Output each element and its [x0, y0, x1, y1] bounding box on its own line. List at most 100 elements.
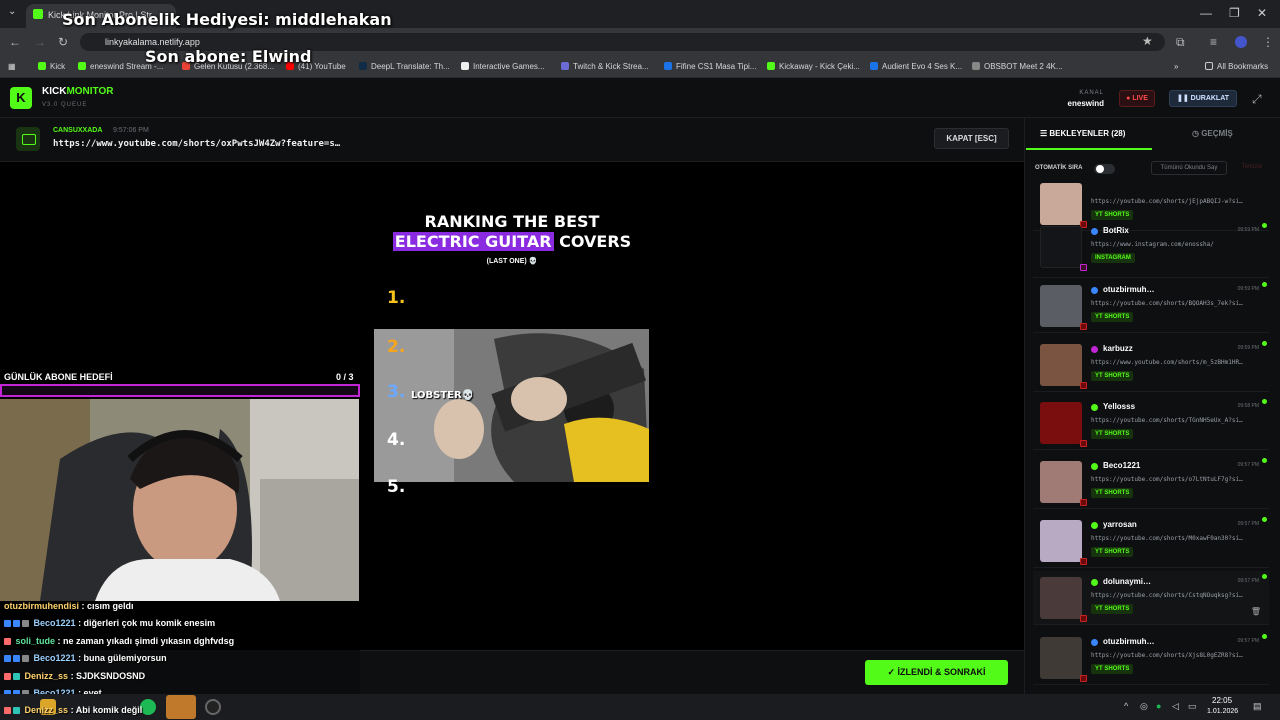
verified-dot-icon — [1091, 463, 1098, 470]
video-title-line1: RANKING THE BEST — [424, 212, 600, 231]
auto-queue-toggle[interactable] — [1094, 164, 1115, 174]
app-header — [0, 78, 1280, 118]
online-dot-icon — [1262, 399, 1267, 404]
video-title-line2: ELECTRIC GUITAR COVERS — [392, 232, 632, 251]
bookmark-item[interactable]: Twitch & Kick Strea... — [561, 62, 649, 71]
chat-message: Denizz_ss : SJDKSNDOSND — [4, 671, 145, 681]
queue-item[interactable]: otuzbirmuh… 09:59 PM https://youtube.com… — [1033, 279, 1269, 333]
app-icon[interactable] — [166, 695, 196, 719]
pause-button[interactable]: ❚❚ DURAKLAT — [1169, 90, 1237, 107]
queue-item[interactable]: Beco1221 09:57 PM https://youtube.com/sh… — [1033, 455, 1269, 509]
all-bookmarks[interactable]: All Bookmarks — [1205, 62, 1268, 71]
online-dot-icon — [1262, 282, 1267, 287]
tab-history[interactable]: ◷ GEÇMİŞ — [1192, 129, 1233, 138]
youtube-badge-icon — [1080, 615, 1087, 622]
bookmark-item[interactable]: Kick — [38, 62, 65, 71]
bookmark-star-icon[interactable]: ★ — [1142, 34, 1153, 48]
lobster-label: LOBSTER💀 — [411, 390, 475, 401]
fullscreen-icon[interactable]: ⤢ — [1252, 92, 1262, 107]
network-icon[interactable]: ▭ — [1188, 701, 1197, 712]
spotify-tray-icon[interactable]: ● — [1156, 701, 1161, 711]
bookmark-item[interactable]: Audient Evo 4 Ses K... — [870, 62, 962, 71]
bookmark-item[interactable]: OBSBOT Meet 2 4K... — [972, 62, 1063, 71]
now-playing-user: CANSUXXADA — [53, 127, 103, 134]
clear-button[interactable]: Temizle — [1232, 161, 1272, 175]
apps-icon[interactable]: ▦ — [8, 62, 16, 71]
verified-dot-icon — [1091, 287, 1098, 294]
now-playing-url[interactable]: https://www.youtube.com/shorts/oxPwtsJW4… — [53, 139, 340, 149]
tab-search-icon[interactable]: ⌄ — [8, 6, 16, 17]
chat-message: Denizz_ss : Abi komik değil — [4, 705, 142, 715]
online-dot-icon — [1262, 341, 1267, 346]
verified-dot-icon — [1091, 522, 1098, 529]
youtube-badge-icon — [1080, 558, 1087, 565]
close-button[interactable]: KAPAT [ESC] — [934, 128, 1009, 149]
youtube-badge-icon — [1080, 440, 1087, 447]
tab-queue-indicator — [1026, 148, 1152, 150]
queue-item[interactable]: Yellosss 09:58 PM https://youtube.com/sh… — [1033, 396, 1269, 450]
close-window-icon[interactable]: ✕ — [1257, 6, 1267, 20]
queue-url: https://youtube.com/shorts/TGnNH5eUx_A?s… — [1091, 417, 1243, 424]
profile-avatar[interactable] — [1235, 36, 1247, 48]
queue-thumbnail — [1040, 226, 1082, 268]
sub-goal-progress-bar — [0, 384, 360, 397]
queue-user: karbuzz — [1103, 344, 1133, 353]
media-icon[interactable]: ≡ — [1210, 35, 1217, 49]
queue-thumbnail — [1040, 637, 1082, 679]
online-dot-icon — [1262, 574, 1267, 579]
rank-1: 1. — [387, 288, 406, 308]
reload-icon[interactable]: ↻ — [58, 35, 68, 49]
queue-url: https://youtube.com/shorts/M0xawF0an30?s… — [1091, 535, 1243, 542]
bookmark-item[interactable]: Interactive Games... — [461, 62, 545, 71]
minimize-icon[interactable]: — — [1200, 6, 1212, 20]
spotify-icon[interactable] — [140, 699, 156, 715]
sub-goal-count: 0 / 3 — [336, 372, 354, 382]
volume-icon[interactable]: ◁ — [1172, 701, 1179, 712]
online-dot-icon — [1262, 223, 1267, 228]
mark-all-read-button[interactable]: Tümünü Okundu Say — [1151, 161, 1227, 175]
youtube-badge-icon — [1080, 323, 1087, 330]
bookmark-item[interactable]: Kickaway - Kick Çeki... — [767, 62, 860, 71]
queue-tag: YT SHORTS — [1091, 604, 1134, 614]
extensions-icon[interactable]: ⧉ — [1176, 35, 1185, 50]
back-icon[interactable]: ← — [9, 35, 21, 49]
channel-name: eneswind — [1067, 99, 1104, 108]
tray-chevron-icon[interactable]: ^ — [1124, 701, 1128, 711]
queue-url: https://youtube.com/shorts/jEjpABQIJ-w?s… — [1091, 198, 1243, 205]
queue-item[interactable]: dolunaymi… 09:57 PM https://youtube.com/… — [1033, 571, 1269, 625]
gift-overlay: Son Abonelik Hediyesi: middlehakan — [62, 10, 392, 29]
maximize-icon[interactable]: ❐ — [1229, 6, 1240, 20]
trash-icon[interactable]: 🗑 — [1251, 607, 1261, 616]
queue-thumbnail — [1040, 285, 1082, 327]
more-bookmarks-icon[interactable]: » — [1174, 62, 1178, 71]
bookmark-item[interactable]: Fifine CS1 Masa Tipi... — [664, 62, 756, 71]
queue-item[interactable]: karbuzz 09:59 PM https://www.youtube.com… — [1033, 338, 1269, 392]
queue-user: Beco1221 — [1103, 461, 1141, 470]
clock-time[interactable]: 22:05 — [1212, 696, 1232, 705]
url-text[interactable]: linkyakalama.netlify.app — [105, 37, 200, 47]
verified-dot-icon — [1091, 404, 1098, 411]
now-playing-time: 9:57:06 PM — [113, 127, 149, 134]
watched-next-button[interactable]: ✓ İZLENDİ & SONRAKİ — [865, 660, 1008, 685]
queue-item[interactable]: otuzbirmuh… 09:57 PM https://youtube.com… — [1033, 631, 1269, 685]
clock-date[interactable]: 1.01.2026 — [1207, 708, 1238, 715]
queue-thumbnail — [1040, 520, 1082, 562]
discord-icon[interactable]: ◎ — [1140, 701, 1148, 712]
rank-4: 4. — [387, 430, 406, 450]
tab-queue[interactable]: ☰ BEKLEYENLER (28) — [1040, 129, 1125, 138]
queue-time: 09:57 PM — [1237, 462, 1259, 468]
queue-url: https://www.instagram.com/enossha/ — [1091, 241, 1214, 248]
queue-item[interactable]: yarrosan 09:57 PM https://youtube.com/sh… — [1033, 514, 1269, 568]
queue-item[interactable]: BotRix 09:59 PM https://www.instagram.co… — [1033, 220, 1269, 278]
forward-icon[interactable]: → — [34, 35, 46, 49]
webcam-feed — [0, 399, 359, 601]
obs-icon[interactable] — [205, 699, 221, 715]
online-dot-icon — [1262, 517, 1267, 522]
notifications-icon[interactable]: ▤ — [1253, 701, 1262, 712]
queue-tag: YT SHORTS — [1091, 429, 1134, 439]
menu-icon[interactable]: ⋮ — [1262, 35, 1274, 49]
queue-time: 09:59 PM — [1237, 286, 1259, 292]
queue-time: 09:57 PM — [1237, 638, 1259, 644]
queue-tag: YT SHORTS — [1091, 664, 1134, 674]
bookmark-item[interactable]: DeepL Translate: Th... — [359, 62, 450, 71]
